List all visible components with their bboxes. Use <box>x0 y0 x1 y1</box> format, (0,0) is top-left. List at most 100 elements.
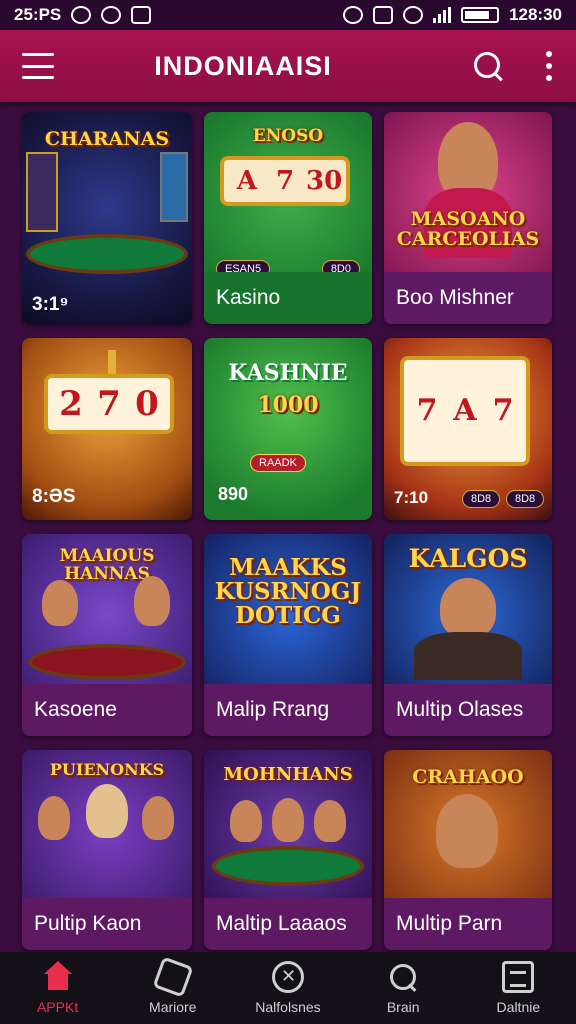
game-card[interactable]: KALGOS Multip Olases <box>384 534 552 736</box>
slot-reels: 7 A 7 <box>400 356 530 466</box>
slot-lever-icon <box>108 350 116 374</box>
slot-reels: A 7 30 <box>220 156 350 206</box>
game-card[interactable]: CRAHAOO Multip Parn <box>384 750 552 950</box>
mail-icon <box>131 6 152 24</box>
game-card[interactable]: MOHNHANS Maltip Laaaos <box>204 750 372 950</box>
battery-icon <box>461 7 500 23</box>
person-image <box>142 796 174 840</box>
game-card-label: Kasoene <box>22 684 192 736</box>
game-card-art-title: CHARANAS <box>44 128 170 150</box>
nfc-icon <box>373 6 394 24</box>
game-card-label: Maltip Laaaos <box>204 898 372 950</box>
game-card[interactable]: MAAIOUS HANNAS Kasoene <box>22 534 192 736</box>
notification-icon <box>71 6 92 24</box>
game-card[interactable]: KASHNIE 1000 RAADK 890 <box>204 338 372 520</box>
bet-pill: 8D8 <box>462 490 501 508</box>
game-card-art-title: MOHNHANS <box>223 764 353 785</box>
person-image <box>86 784 128 838</box>
status-time: 25:PS <box>14 5 62 24</box>
game-card-art-title: KALGOS <box>408 544 528 573</box>
person-body-image <box>414 632 522 680</box>
nav-item-label: APPKt <box>36 999 79 1015</box>
app-bar: INDONIAAISI <box>0 30 576 102</box>
person-image <box>440 578 496 638</box>
game-card-badge: 3:1⁹ <box>32 294 69 315</box>
status-clock: 128:30 <box>509 5 562 24</box>
slot-reels: 2 7 0 <box>44 374 174 434</box>
game-card-art-title: MAAIOUS HANNAS <box>59 546 155 584</box>
person-image <box>38 796 70 840</box>
reel-symbol: 0 <box>135 384 159 424</box>
status-bar: 25:PS 128:30 <box>0 0 576 30</box>
nav-item-label: Brain <box>386 999 420 1015</box>
roulette-table-image <box>28 644 186 680</box>
nav-item-details[interactable]: Daltnie <box>463 961 573 1015</box>
play-pill: RAADK <box>250 454 306 472</box>
game-card[interactable]: 7 A 7 7:10 8D8 8D8 <box>384 338 552 520</box>
game-card-label: Malip Rrang <box>204 684 372 736</box>
slot-machine-image <box>26 152 58 232</box>
game-card-art-title: KASHNIE <box>228 360 348 386</box>
person-image <box>272 798 304 842</box>
game-card[interactable]: 2 7 0 8:ƏS <box>22 338 192 520</box>
signal-icon <box>433 7 452 23</box>
game-card-art-title: CRAHAOO <box>412 766 524 788</box>
nav-item-home[interactable]: APPKt <box>3 961 113 1015</box>
dice-icon <box>152 956 194 998</box>
game-card-badge: 8:ƏS <box>32 486 76 507</box>
search-icon <box>387 961 419 993</box>
reel-symbol: 7 <box>492 393 514 428</box>
app-title: INDONIAAISI <box>154 50 332 81</box>
game-grid: CHARANAS 3:1⁹ ENOSO A 7 30 ESAN5 8D0 Kas… <box>22 112 552 950</box>
document-icon <box>502 961 535 993</box>
hamburger-menu-icon[interactable] <box>22 53 54 79</box>
search-icon[interactable] <box>472 50 504 82</box>
coin-pill: 8D8 <box>506 490 545 508</box>
game-card[interactable]: ENOSO A 7 30 ESAN5 8D0 Kasino <box>204 112 372 324</box>
nav-item-search[interactable]: Brain <box>348 961 458 1015</box>
bottom-navigation: APPKt Mariore Nalfolsnes Brain Daltnie <box>0 952 576 1024</box>
game-card-badge: 890 <box>218 484 249 504</box>
reel-symbol: 2 <box>59 384 83 424</box>
slot-machine-image <box>160 152 188 222</box>
nav-item-games[interactable]: Mariore <box>118 956 228 1015</box>
game-card[interactable]: MAAKKS KUSRNOGJ DOTICG Malip Rrang <box>204 534 372 736</box>
game-card-art-title: MASOANO CARCEOLIAS <box>396 208 540 250</box>
game-card[interactable]: MASOANO CARCEOLIAS Boo Mishner <box>384 112 552 324</box>
game-card-art-title: MAAKKS KUSRNOGJ DOTICG <box>214 554 362 630</box>
game-card-art-title: ENOSO <box>252 126 324 146</box>
reel-symbol: A <box>236 166 258 196</box>
compass-icon <box>271 961 304 993</box>
person-image <box>42 580 78 626</box>
home-icon <box>42 961 74 993</box>
reel-symbol: 30 <box>306 166 343 196</box>
game-card-label: Multip Parn <box>384 898 552 950</box>
game-card-badge: 7:10 <box>394 488 429 507</box>
reel-symbol: 7 <box>275 166 295 196</box>
person-image <box>436 794 498 868</box>
card-table-image <box>26 234 188 274</box>
game-card-label: Pultip Kaon <box>22 898 192 950</box>
nav-item-label: Nalfolsnes <box>255 999 321 1015</box>
person-image <box>314 800 346 842</box>
wifi-alt-icon <box>403 6 424 24</box>
reel-symbol: A <box>453 393 477 428</box>
game-card-label: Multip Olases <box>384 684 552 736</box>
game-card[interactable]: CHARANAS 3:1⁹ <box>22 112 192 324</box>
card-table-image <box>212 846 364 886</box>
game-card[interactable]: PUIENONKS Pultip Kaon <box>22 750 192 950</box>
app-notification-icon <box>101 6 122 24</box>
game-card-label: Kasino <box>204 272 372 324</box>
nav-item-explore[interactable]: Nalfolsnes <box>233 961 343 1015</box>
nav-item-label: Daltnie <box>496 999 541 1015</box>
game-card-art-title: PUIENONKS <box>49 760 165 779</box>
nav-item-label: Mariore <box>149 999 197 1015</box>
person-image <box>134 576 170 626</box>
coin-value: 1000 <box>257 392 319 418</box>
reel-symbol: 7 <box>416 393 438 428</box>
wifi-icon <box>343 6 364 24</box>
game-card-label: Boo Mishner <box>384 272 552 324</box>
reel-symbol: 7 <box>97 384 121 424</box>
more-options-icon[interactable] <box>544 51 554 81</box>
person-image <box>230 800 262 842</box>
